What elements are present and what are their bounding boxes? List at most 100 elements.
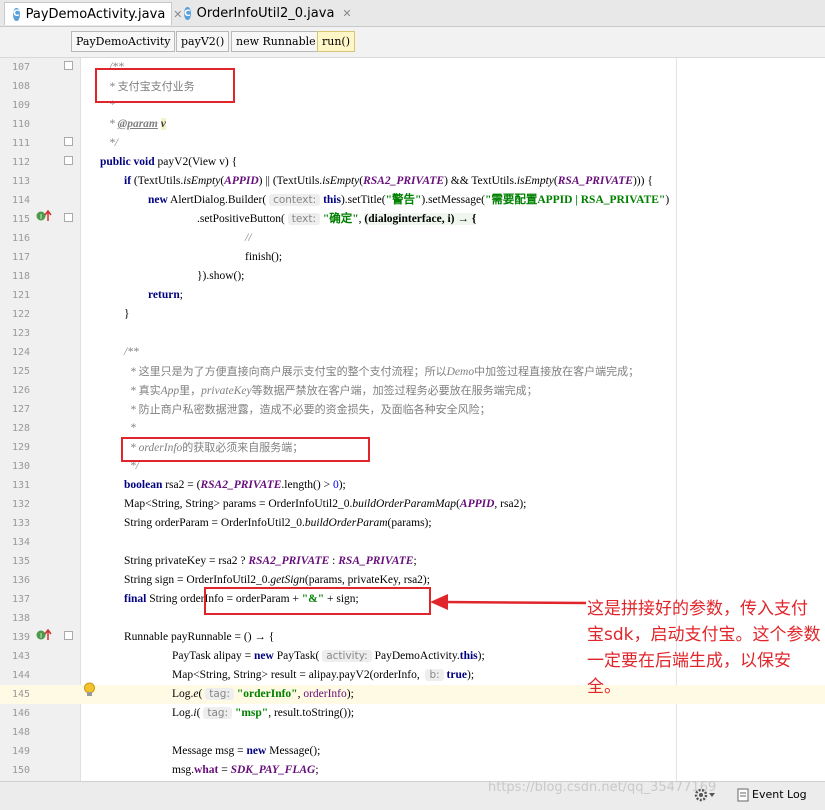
code-line[interactable]: 126 * 真实App里，privateKey等数据严禁放在客户端，加签过程务必要… — [0, 381, 825, 400]
line-number: 125 — [11, 366, 30, 377]
line-number: 112 — [11, 157, 30, 168]
code-line[interactable]: 117 finish(); — [0, 248, 825, 267]
line-number: 127 — [11, 404, 30, 415]
fold-marker-icon[interactable] — [64, 61, 73, 70]
line-number: 108 — [11, 81, 30, 92]
code-text: if (TextUtils.isEmpty(APPID) || (TextUti… — [124, 175, 653, 187]
code-text: * @param v — [109, 118, 166, 130]
code-line[interactable]: 112 public void payV2(View v) { — [0, 153, 825, 172]
line-number: 139 — [11, 632, 30, 643]
line-number: 129 — [11, 442, 30, 453]
code-text: finish(); — [245, 251, 283, 263]
line-number: 122 — [11, 309, 30, 320]
line-number: 116 — [11, 233, 30, 244]
breadcrumb-item[interactable]: PayDemoActivity — [71, 31, 176, 52]
line-number: 132 — [11, 499, 30, 510]
breadcrumb-item[interactable]: payV2() — [176, 31, 230, 52]
code-line[interactable]: 114 new AlertDialog.Builder( context: thi… — [0, 191, 825, 210]
tab-paydemoactivity[interactable]: C PayDemoActivity.java ✕ — [4, 2, 183, 25]
line-number: 107 — [11, 62, 30, 73]
line-number: 111 — [11, 138, 30, 149]
line-number: 115 — [11, 214, 30, 225]
code-line[interactable]: 134 — [0, 533, 825, 552]
breadcrumb-item[interactable]: new Runnable — [231, 31, 321, 52]
code-line[interactable]: 116 // — [0, 229, 825, 248]
line-number: 121 — [11, 290, 30, 301]
line-number: 124 — [11, 347, 30, 358]
code-line[interactable]: 150 msg.what = SDK_PAY_FLAG; — [0, 761, 825, 780]
code-text: return; — [148, 289, 183, 301]
line-number: 148 — [11, 727, 30, 738]
line-number: 133 — [11, 518, 30, 529]
code-line[interactable]: 128 * — [0, 419, 825, 438]
code-line[interactable]: 131 boolean rsa2 = (RSA2_PRIVATE.length()… — [0, 476, 825, 495]
code-line[interactable]: 127 * 防止商户私密数据泄露，造成不必要的资金损失，及面临各种安全风险； — [0, 400, 825, 419]
highlight-box — [204, 587, 431, 615]
code-text: }).show(); — [197, 270, 245, 282]
fold-expand-icon[interactable] — [64, 631, 73, 640]
code-text: } — [124, 308, 130, 320]
code-text: boolean rsa2 = (RSA2_PRIVATE.length() > … — [124, 479, 346, 491]
code-text: // — [245, 232, 252, 244]
event-log-icon[interactable] — [736, 787, 750, 803]
code-text: PayTask alipay = new PayTask( activity: … — [172, 650, 485, 662]
code-line[interactable]: 135 String privateKey = rsa2 ? RSA2_PRIVA… — [0, 552, 825, 571]
fold-marker-icon[interactable] — [64, 156, 73, 165]
code-text: public void payV2(View v) { — [100, 156, 238, 168]
annotation-arrow — [430, 594, 587, 610]
code-text: * 防止商户私密数据泄露，造成不必要的资金损失，及面临各种安全风险； — [130, 403, 491, 416]
breadcrumb-item[interactable]: run() — [317, 31, 356, 52]
line-number: 145 — [11, 689, 30, 700]
code-text: Log.i( tag: "msp", result.toString()); — [172, 707, 355, 719]
code-text: .setPositiveButton( text: "确定", (dialogi… — [197, 213, 477, 225]
tab-orderinfoutil[interactable]: C OrderInfoUtil2_0.java ✕ — [176, 2, 352, 25]
line-number: 144 — [11, 670, 30, 681]
code-line[interactable]: 146 Log.i( tag: "msp", result.toString())… — [0, 704, 825, 723]
line-number: 110 — [11, 119, 30, 130]
implement-marker-icon[interactable]: I — [36, 628, 52, 642]
code-line[interactable]: 149 Message msg = new Message(); — [0, 742, 825, 761]
line-number: 126 — [11, 385, 30, 396]
highlight-box — [95, 68, 235, 103]
code-text: Log.e( tag: "orderInfo", orderInfo); — [172, 688, 354, 700]
code-line[interactable]: 113 if (TextUtils.isEmpty(APPID) || (Text… — [0, 172, 825, 191]
fold-expand-icon[interactable] — [64, 213, 73, 222]
code-line[interactable]: 122} — [0, 305, 825, 324]
line-number: 128 — [11, 423, 30, 434]
code-text: new AlertDialog.Builder( context: this).… — [148, 194, 670, 206]
code-text: * 这里只是为了方便直接向商户展示支付宝的整个支付流程；所以Demo中加签过程直… — [130, 365, 640, 378]
annotation-text: 这是拼接好的参数，传入支付宝sdk，启动支付宝。这个参数一定要在后端生成，以保安… — [587, 599, 821, 697]
fold-marker-icon[interactable] — [64, 137, 73, 146]
code-line[interactable]: 132 Map<String, String> params = OrderInf… — [0, 495, 825, 514]
code-line[interactable]: 115 .setPositiveButton( text: "确定", (dial… — [0, 210, 825, 229]
line-number: 113 — [11, 176, 30, 187]
line-number: 109 — [11, 100, 30, 111]
lightbulb-icon[interactable] — [83, 682, 96, 697]
code-line[interactable]: 118}).show(); — [0, 267, 825, 286]
code-line[interactable]: 110 * @param v — [0, 115, 825, 134]
editor-tab-bar: C PayDemoActivity.java ✕ C OrderInfoUtil… — [0, 0, 825, 27]
code-line[interactable]: 133 String orderParam = OrderInfoUtil2_0.… — [0, 514, 825, 533]
line-number: 114 — [11, 195, 30, 206]
line-number: 131 — [11, 480, 30, 491]
code-line[interactable]: 148 — [0, 723, 825, 742]
gear-icon[interactable] — [693, 787, 717, 803]
code-text: * — [130, 422, 136, 434]
event-log-button[interactable]: Event Log — [752, 788, 807, 801]
implement-marker-icon[interactable]: I — [36, 209, 52, 223]
code-text: String orderParam = OrderInfoUtil2_0.bui… — [124, 517, 432, 529]
java-class-icon: C — [184, 7, 191, 20]
code-text: */ — [109, 137, 118, 149]
code-line[interactable]: 111 */ — [0, 134, 825, 153]
close-icon[interactable]: ✕ — [342, 7, 351, 20]
svg-text:I: I — [40, 632, 42, 640]
line-number: 137 — [11, 594, 30, 605]
code-text: msg.what = SDK_PAY_FLAG; — [172, 764, 319, 776]
code-line[interactable]: 125 * 这里只是为了方便直接向商户展示支付宝的整个支付流程；所以Demo中加签… — [0, 362, 825, 381]
line-number: 136 — [11, 575, 30, 586]
code-line[interactable]: 124 /** — [0, 343, 825, 362]
line-number: 117 — [11, 252, 30, 263]
line-number: 149 — [11, 746, 30, 757]
code-line[interactable]: 121 return; — [0, 286, 825, 305]
code-line[interactable]: 123 — [0, 324, 825, 343]
